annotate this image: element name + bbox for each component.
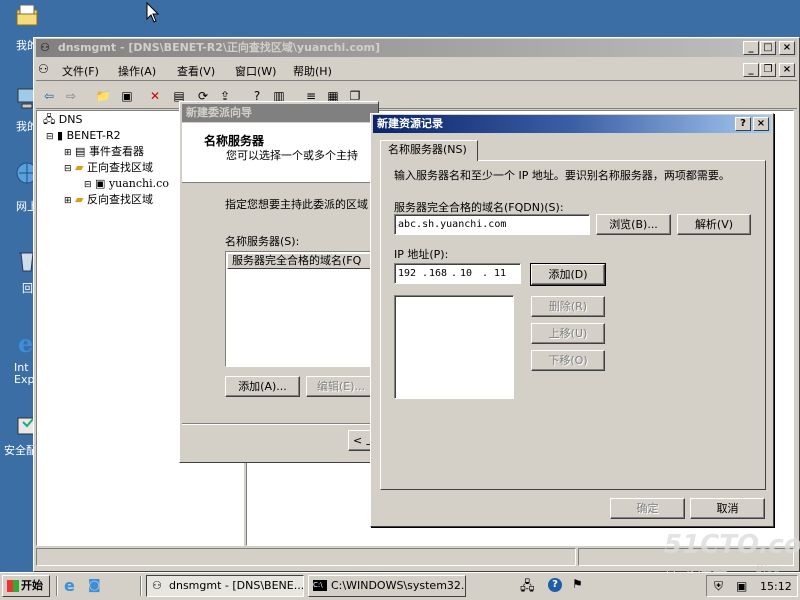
wizard-titlebar[interactable]: 新建委派向导 bbox=[182, 104, 378, 122]
tree-dns[interactable]: 🖧 DNS bbox=[43, 113, 82, 127]
back-icon[interactable]: ⇦ bbox=[40, 87, 58, 105]
menu-file[interactable]: 文件(F) bbox=[62, 63, 99, 79]
show-desktop-icon[interactable]: ◙ bbox=[88, 577, 106, 595]
network-tray-icon[interactable]: 🖧 bbox=[520, 577, 535, 599]
tree-zone[interactable]: ⊟ ▣ yuanchi.co bbox=[84, 177, 169, 192]
dialog-titlebar[interactable]: 新建资源记录 bbox=[373, 115, 771, 133]
task-dnsmgmt[interactable]: ⚇ dnsmgmt - [DNS\BENE... bbox=[146, 575, 304, 597]
shield-tray-icon[interactable]: ⛨ bbox=[714, 579, 723, 594]
ie-quicklaunch-icon[interactable]: e bbox=[64, 577, 82, 595]
dns-icon: 🖧 bbox=[43, 113, 56, 126]
menu-action[interactable]: 操作(A) bbox=[118, 63, 156, 79]
wizard-add-button[interactable]: 添加(A)... bbox=[225, 376, 300, 397]
ip-octet-1[interactable]: 192 bbox=[398, 267, 416, 280]
show-tree-icon[interactable]: ▣ bbox=[118, 87, 136, 105]
menu-window[interactable]: 窗口(W) bbox=[235, 63, 276, 79]
ip-octet-2[interactable]: 168 bbox=[429, 267, 447, 280]
fqdn-label: 服务器完全合格的域名(FQDN)(S): bbox=[394, 201, 564, 214]
resolve-button[interactable]: 解析(V) bbox=[677, 214, 751, 235]
task-cmd[interactable]: C:\ C:\WINDOWS\system32... bbox=[308, 575, 466, 597]
folder-icon: ▰ bbox=[75, 161, 84, 174]
browse-button[interactable]: 浏览(B)... bbox=[596, 214, 671, 235]
delete-icon[interactable]: ✕ bbox=[146, 87, 164, 105]
up-folder-icon[interactable]: 📁 bbox=[94, 87, 112, 105]
tree-forward-zones[interactable]: ⊟ ▰ 正向查找区域 bbox=[64, 161, 153, 176]
windows-logo-icon bbox=[7, 580, 19, 592]
child-restore-button[interactable]: ❐ bbox=[760, 63, 776, 77]
dialog-close-button[interactable]: × bbox=[753, 117, 769, 131]
ip-dot: . bbox=[482, 268, 489, 279]
move-down-button[interactable]: 下移(O) bbox=[531, 350, 605, 371]
server-icon: ▮ bbox=[57, 129, 64, 142]
console-icon: ⚇ bbox=[152, 579, 162, 592]
tree-event-viewer[interactable]: ⊞ ▤ 事件查看器 bbox=[64, 145, 144, 160]
flag-tray-icon[interactable]: ⚑ bbox=[572, 577, 583, 591]
ip-label: IP 地址(P): bbox=[394, 248, 449, 261]
recycle-bin-label: 回 bbox=[22, 282, 33, 295]
ns-tab[interactable]: 名称服务器(NS) bbox=[380, 140, 478, 161]
child-minimize-button[interactable]: _ bbox=[743, 63, 759, 77]
minimize-button[interactable]: _ bbox=[743, 41, 759, 55]
forward-icon[interactable]: ⇨ bbox=[62, 87, 80, 105]
collapse-icon[interactable]: ⊟ bbox=[64, 164, 72, 174]
collapse-icon[interactable]: ⊟ bbox=[84, 180, 92, 190]
help-tray-icon[interactable]: ? bbox=[548, 578, 562, 592]
status-bar bbox=[36, 548, 576, 566]
console-icon: ⚇ bbox=[40, 41, 50, 54]
wizard-list-label: 名称服务器(S): bbox=[225, 235, 300, 248]
collapse-icon[interactable]: ⊟ bbox=[46, 132, 54, 142]
quicklaunch-sep bbox=[56, 576, 58, 596]
my-documents-icon[interactable] bbox=[14, 2, 40, 28]
ip-dot: . bbox=[451, 268, 458, 279]
wizard-divider bbox=[182, 423, 378, 425]
menubar: ⚇ 文件(F) 操作(A) 查看(V) 窗口(W) 帮助(H) bbox=[36, 59, 797, 81]
wizard-subheading: 您可以选择一个或多个主持 bbox=[226, 149, 358, 162]
wizard-instruction: 指定您想要主持此委派的区域 bbox=[225, 198, 368, 211]
move-up-button[interactable]: 上移(U) bbox=[531, 323, 605, 344]
watermark: 51CTO.com bbox=[664, 530, 800, 560]
tree-server[interactable]: ⊟ ▮ BENET-R2 bbox=[46, 129, 121, 144]
dialog-description: 输入服务器名和至少一个 IP 地址。要识别名称服务器，两项都需要。 bbox=[394, 169, 730, 182]
cancel-button[interactable]: 取消 bbox=[690, 498, 765, 519]
add-ip-button[interactable]: 添加(D) bbox=[530, 263, 606, 286]
cmd-icon: C:\ bbox=[313, 580, 327, 591]
child-close-button[interactable]: × bbox=[779, 63, 795, 77]
tree-reverse-zones[interactable]: ⊞ ▰ 反向查找区域 bbox=[64, 193, 153, 208]
ip-list[interactable] bbox=[394, 295, 514, 399]
expand-icon[interactable]: ⊞ bbox=[64, 148, 72, 158]
mmc-titlebar[interactable]: ⚇ dnsmgmt - [DNS\BENET-R2\正向查找区域\yuanchi… bbox=[36, 39, 797, 57]
wizard-edit-button[interactable]: 编辑(E)... bbox=[306, 376, 376, 397]
mouse-cursor-icon bbox=[146, 2, 160, 23]
start-button[interactable]: 开始 bbox=[2, 575, 50, 597]
clock[interactable]: 15:12 bbox=[760, 580, 792, 593]
mmc-title: dnsmgmt - [DNS\BENET-R2\正向查找区域\yuanchi.c… bbox=[57, 41, 381, 54]
ip-address-input[interactable]: 192 . 168 . 10 . 11 bbox=[394, 263, 521, 284]
expand-icon[interactable]: ⊞ bbox=[64, 196, 72, 206]
maximize-button[interactable]: □ bbox=[760, 41, 776, 55]
fqdn-input[interactable]: abc.sh.yuanchi.com bbox=[394, 214, 590, 235]
ip-octet-4[interactable]: 11 bbox=[494, 267, 506, 280]
menu-help[interactable]: 帮助(H) bbox=[293, 63, 332, 79]
zone-icon: ▣ bbox=[95, 177, 106, 190]
ip-dot: . bbox=[422, 268, 429, 279]
console-menu-icon[interactable]: ⚇ bbox=[38, 62, 49, 76]
menu-view[interactable]: 查看(V) bbox=[177, 63, 215, 79]
wizard-list-column[interactable]: 服务器完全合格的域名(FQ bbox=[227, 253, 379, 269]
event-viewer-icon: ▤ bbox=[75, 145, 86, 158]
ip-octet-3[interactable]: 10 bbox=[460, 267, 472, 280]
network-status-icon[interactable]: ▣ bbox=[736, 579, 747, 593]
remove-ip-button[interactable]: 删除(R) bbox=[531, 296, 605, 317]
quicklaunch-sep bbox=[140, 576, 142, 596]
ok-button[interactable]: 确定 bbox=[610, 498, 685, 519]
dialog-help-button[interactable]: ? bbox=[735, 117, 751, 131]
close-button[interactable]: × bbox=[779, 41, 795, 55]
folder-icon: ▰ bbox=[75, 193, 84, 206]
svg-text:e: e bbox=[18, 330, 33, 356]
